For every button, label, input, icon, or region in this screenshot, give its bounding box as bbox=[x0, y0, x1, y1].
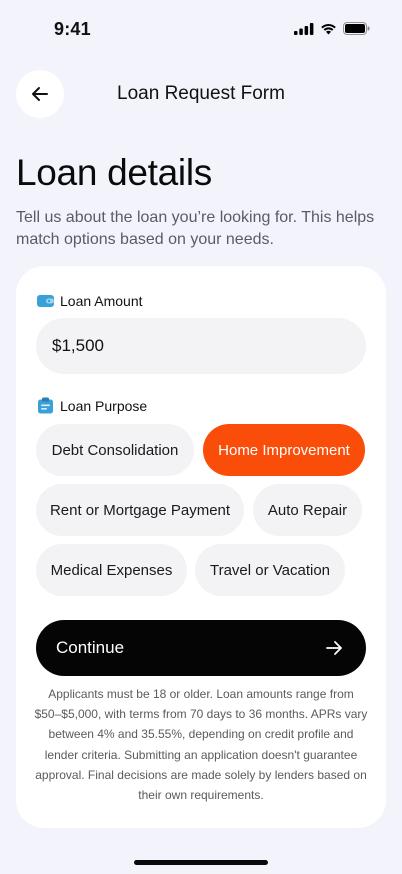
loan-form-card: Loan Amount Loan Purpose Debt Consolidat… bbox=[16, 266, 386, 828]
page-title: Loan details bbox=[16, 152, 212, 193]
loan-purpose-label-text: Loan Purpose bbox=[60, 397, 148, 414]
continue-button-label: Continue bbox=[56, 638, 125, 657]
status-time: 9:41 bbox=[54, 19, 91, 39]
loan-amount-label-text: Loan Amount bbox=[60, 293, 143, 309]
status-icons bbox=[294, 22, 370, 35]
purpose-chip-debt-consolidation[interactable]: Debt Consolidation bbox=[36, 424, 194, 476]
purpose-chip-travel-or-vacation[interactable]: Travel or Vacation bbox=[195, 544, 345, 596]
header-title: Loan Request Form bbox=[117, 83, 285, 104]
battery-icon bbox=[343, 22, 370, 35]
purpose-chip-rent-or-mortgage[interactable]: Rent or Mortgage Payment bbox=[36, 484, 244, 536]
page-subtitle: Tell us about the loan you’re looking fo… bbox=[16, 209, 375, 248]
purpose-chip-auto-repair[interactable]: Auto Repair bbox=[253, 484, 362, 536]
wifi-icon bbox=[321, 23, 336, 34]
header: Loan Request Form bbox=[0, 70, 402, 118]
cellular-signal-icon bbox=[294, 22, 314, 35]
status-bar: 9:41 bbox=[0, 0, 402, 56]
loan-amount-input[interactable] bbox=[36, 318, 366, 374]
clipboard-icon bbox=[38, 397, 53, 414]
disclaimer-text: Applicants must be 18 or older. Loan amo… bbox=[34, 687, 368, 803]
loan-purpose-label: Loan Purpose bbox=[37, 397, 147, 414]
purpose-chip-medical-expenses[interactable]: Medical Expenses bbox=[36, 544, 187, 596]
arrow-right-icon bbox=[326, 641, 342, 655]
wallet-icon bbox=[37, 295, 54, 307]
continue-button[interactable]: Continue bbox=[36, 620, 366, 676]
loan-amount-label: Loan Amount bbox=[37, 293, 143, 309]
home-indicator bbox=[134, 860, 268, 865]
purpose-chip-home-improvement[interactable]: Home Improvement bbox=[203, 424, 365, 476]
